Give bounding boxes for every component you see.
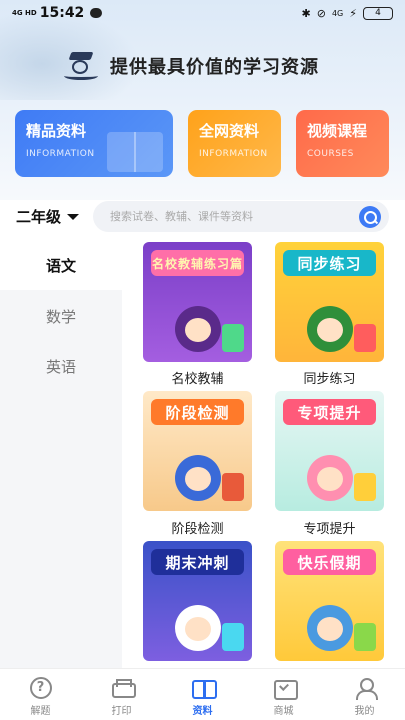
resource-label[interactable]: 名校教辅 [143, 368, 252, 387]
cover-title: 名校教辅练习篇 [151, 250, 244, 276]
message-icon [90, 8, 103, 18]
caret-down-icon [67, 213, 80, 220]
4g-icon: 4G [331, 8, 344, 18]
grade-selector[interactable]: 二年级 [16, 206, 80, 227]
slogan-text: 提供最具价值的学习资源 [110, 57, 319, 78]
subject-tab-math[interactable]: 数学 [0, 291, 122, 341]
tab-profile[interactable]: 我的 [324, 669, 405, 720]
cover-title: 期末冲刺 [151, 549, 244, 575]
cover-title: 快乐假期 [283, 549, 376, 575]
battery-level: 4 [375, 8, 381, 18]
subject-label: 数学 [45, 307, 76, 326]
help-icon: ? [29, 677, 52, 699]
cover-title: 专项提升 [283, 399, 376, 425]
boy-illustration [175, 455, 221, 501]
scholar-logo-icon [62, 50, 104, 82]
bluetooth-icon: ✱ [301, 6, 311, 20]
subject-label: 语文 [45, 256, 76, 275]
book-icon [191, 677, 217, 699]
card-title: 全网资料 [199, 122, 260, 140]
grade-label: 二年级 [16, 208, 62, 226]
koala-illustration [307, 605, 353, 651]
resource-cover-stage-test[interactable]: 阶段检测 [143, 391, 252, 511]
search-input[interactable] [110, 210, 340, 223]
backpack-illustration [354, 623, 376, 651]
card-title: 视频课程 [307, 122, 368, 140]
lightbulb-illustration [222, 623, 244, 651]
mute-icon: ⊘ [316, 6, 326, 20]
search-bar[interactable] [93, 201, 389, 232]
bottom-tab-bar: ? 解题 打印 资料 商城 我的 [0, 668, 405, 720]
house-illustration [222, 473, 244, 501]
book-icon [107, 132, 163, 172]
subject-tab-english[interactable]: 英语 [0, 341, 122, 391]
status-icons: ✱ ⊘ 4G ⚡ 4 [301, 6, 393, 20]
children-illustration [307, 306, 353, 352]
network-indicator: 4G HD [12, 9, 37, 17]
status-time: 15:42 [39, 5, 85, 21]
premium-materials-card[interactable]: 精品资料 INFORMATION [15, 110, 173, 177]
status-bar: 4G HD 15:42 ✱ ⊘ 4G ⚡ 4 [0, 0, 405, 26]
resource-cover-final-sprint[interactable]: 期末冲刺 [143, 541, 252, 661]
slogan: 提供最具价值的学习资源 [62, 50, 319, 82]
resource-cover-special-improvement[interactable]: 专项提升 [275, 391, 384, 511]
charging-icon: ⚡ [349, 6, 357, 20]
tab-label: 解题 [30, 706, 51, 717]
blocks-illustration [354, 473, 376, 501]
resource-cover-sync-practice[interactable]: 同步练习 [275, 242, 384, 362]
resource-cover-happy-holiday[interactable]: 快乐假期 [275, 541, 384, 661]
tab-label: 商城 [273, 706, 294, 717]
resource-label[interactable]: 同步练习 [275, 368, 384, 387]
cover-title: 同步练习 [283, 250, 376, 276]
cover-title: 阶段检测 [151, 399, 244, 425]
printer-icon [110, 677, 136, 699]
resource-label[interactable]: 专项提升 [275, 518, 384, 537]
resource-label[interactable]: 阶段检测 [143, 518, 252, 537]
subject-tab-chinese[interactable]: 语文 [0, 240, 122, 290]
all-web-materials-card[interactable]: 全网资料 INFORMATION [188, 110, 281, 177]
tab-label: 我的 [354, 706, 375, 717]
rabbit-illustration [175, 605, 221, 651]
student-illustration [175, 306, 221, 352]
resource-cover-school-guide[interactable]: 名校教辅练习篇 [143, 242, 252, 362]
tab-materials[interactable]: 资料 [162, 669, 243, 720]
video-courses-card[interactable]: 视频课程 COURSES [296, 110, 389, 177]
battery-icon: 4 [363, 6, 393, 20]
profile-icon [353, 677, 378, 700]
tab-label: 打印 [111, 706, 132, 717]
mall-icon [272, 677, 298, 700]
book-illustration [354, 324, 376, 352]
tab-solve[interactable]: ? 解题 [0, 669, 81, 720]
subject-label: 英语 [45, 357, 76, 376]
tab-mall[interactable]: 商城 [243, 669, 324, 720]
tab-print[interactable]: 打印 [81, 669, 162, 720]
lamp-illustration [222, 324, 244, 352]
search-icon[interactable] [359, 206, 381, 228]
card-subtitle: INFORMATION [199, 149, 268, 159]
card-subtitle: COURSES [307, 149, 354, 159]
girl-illustration [307, 455, 353, 501]
tab-label: 资料 [192, 706, 213, 717]
